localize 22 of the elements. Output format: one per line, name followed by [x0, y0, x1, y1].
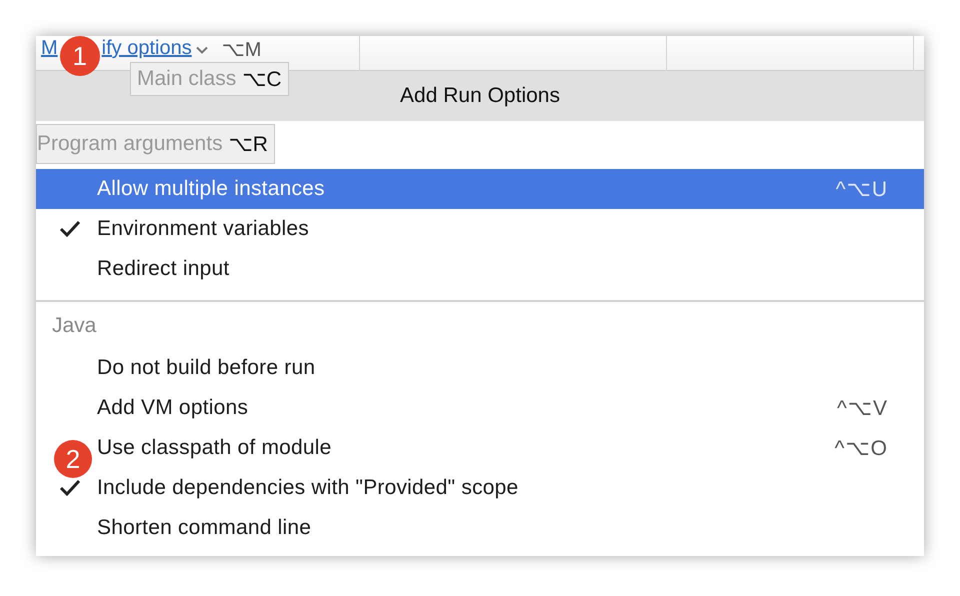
menu-item[interactable]: Environment variables	[97, 217, 309, 241]
shortcut-text: ^⌥V	[836, 396, 888, 420]
shortcut-text: ⌥C	[242, 66, 282, 92]
tooltip-label: Program arguments	[37, 132, 223, 156]
link-text[interactable]: ify options	[102, 37, 192, 60]
menu-item[interactable]: Shorten command line	[97, 516, 312, 540]
shortcut-text: ⌥R	[228, 132, 268, 156]
tooltip-label: Main class	[137, 67, 236, 91]
menu-item[interactable]: Include dependencies with "Provided" scope	[97, 476, 518, 500]
section-header: Java	[51, 313, 98, 339]
link-text[interactable]: M	[41, 37, 58, 60]
popup-title: Add Run Options	[400, 84, 560, 108]
menu-item[interactable]: Redirect input	[97, 257, 230, 281]
shortcut-text: ⌥M	[222, 38, 262, 62]
chevron-down-icon	[196, 46, 208, 54]
menu-item[interactable]: Allow multiple instances	[97, 177, 325, 201]
menu-item[interactable]: Do not build before run	[97, 356, 316, 380]
shortcut-text: ^⌥O	[834, 436, 888, 460]
shortcut-text: ^⌥U	[836, 176, 888, 202]
number-badge: 1	[60, 36, 100, 76]
menu-item[interactable]: Add VM options	[97, 396, 248, 420]
menu-item[interactable]: Use classpath of module	[97, 436, 332, 460]
